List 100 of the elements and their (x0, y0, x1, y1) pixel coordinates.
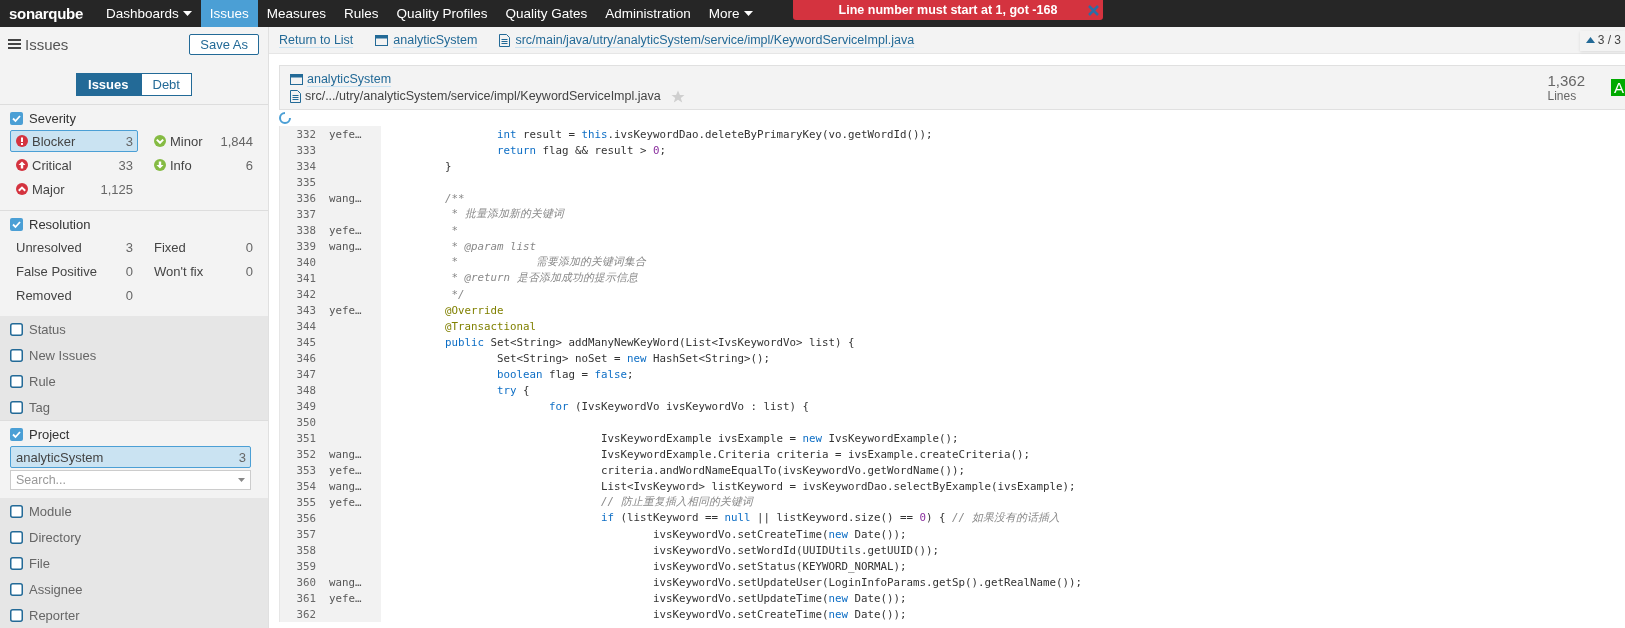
mode-toggle-button[interactable]: Debt (140, 73, 192, 96)
line-author[interactable]: yefe… (329, 463, 362, 477)
line-number[interactable]: 361 (280, 591, 316, 605)
line-author[interactable]: yefe… (329, 127, 362, 141)
facet-item[interactable]: Fixed 0 (148, 236, 258, 258)
facet-title[interactable]: Rule (29, 373, 56, 389)
facet-item-count: 6 (245, 157, 253, 173)
facet-title[interactable]: Status (29, 321, 66, 337)
facet-item-count: 1,125 (100, 181, 133, 197)
checkbox[interactable] (10, 582, 23, 596)
mode-toggle-button[interactable]: Issues (76, 73, 141, 96)
checkbox[interactable] (10, 556, 23, 570)
star-icon[interactable] (670, 89, 685, 103)
line-author[interactable]: wang… (329, 191, 362, 205)
facet-title[interactable]: Module (29, 503, 72, 519)
checkbox[interactable] (10, 374, 23, 388)
facet-title[interactable]: Tag (29, 399, 50, 415)
line-number[interactable]: 332 (280, 127, 316, 141)
menu-icon[interactable] (8, 39, 21, 49)
return-to-list-link[interactable]: Return to List (279, 32, 354, 48)
file-icon (290, 89, 301, 103)
nav-item[interactable]: Rules (335, 0, 388, 27)
nav-item[interactable]: Quality Gates (496, 0, 597, 27)
facet-title[interactable]: Severity (29, 110, 76, 126)
line-number[interactable]: 353 (280, 463, 316, 477)
facet-title[interactable]: Resolution (29, 216, 91, 232)
facet-title[interactable]: New Issues (29, 347, 97, 363)
line-author[interactable]: yefe… (329, 303, 362, 317)
checkbox[interactable] (10, 530, 23, 544)
search-field[interactable]: Search... (10, 470, 251, 490)
file-path: src/.../utry/analyticSystem/service/impl/KeywordServiceImpl.java (305, 89, 661, 103)
checkbox[interactable] (10, 111, 23, 125)
line-number[interactable]: 352 (280, 447, 316, 461)
facet-item-label: Removed (16, 287, 72, 303)
facet-item[interactable]: False Positive 0 (10, 260, 138, 282)
facet-title[interactable]: Directory (29, 529, 81, 545)
nav-item[interactable]: Measures (257, 0, 336, 27)
line-author[interactable]: yefe… (329, 591, 362, 605)
nav-item[interactable]: Quality Profiles (387, 0, 497, 27)
facet-title[interactable]: File (29, 555, 50, 571)
facet-item-count: 1,844 (220, 133, 253, 149)
checkbox[interactable] (10, 400, 23, 414)
facet-item[interactable]: Info 6 (148, 154, 258, 176)
code-line: public Set<String> addManyNewKeyWord(List<IvsKeywordVo> list) { (444, 335, 855, 349)
checkbox[interactable] (10, 322, 23, 336)
facet-item[interactable]: Won't fix 0 (148, 260, 258, 282)
line-author[interactable]: wang… (329, 575, 362, 589)
facet-item[interactable]: Blocker 3 (10, 130, 138, 152)
facet-title[interactable]: Assignee (29, 581, 83, 597)
code-line: boolean flag = false; (496, 367, 634, 381)
nav-item[interactable]: Issues (200, 0, 258, 27)
line-number[interactable]: 339 (280, 239, 316, 253)
code-line: * (450, 223, 459, 237)
line-number[interactable]: 338 (280, 223, 316, 237)
line-number[interactable]: 360 (280, 575, 316, 589)
dropdown-caret-icon (238, 478, 245, 482)
nav-item[interactable]: More (699, 0, 762, 27)
line-number[interactable]: 355 (280, 495, 316, 509)
code-line: * 需要添加的关键词集合 (450, 255, 647, 269)
rating-badge: A (1611, 79, 1625, 96)
line-author[interactable]: yefe… (329, 223, 362, 237)
facet-title[interactable]: Reporter (29, 607, 80, 623)
logo[interactable]: sonarqube (0, 0, 97, 27)
project-link[interactable]: analyticSystem (307, 72, 392, 87)
nav-item[interactable]: Dashboards (97, 0, 201, 27)
facet-item[interactable]: Minor 1,844 (148, 130, 258, 152)
save-as-button[interactable]: Save As (189, 33, 259, 55)
code-line: * 批量添加新的关键词 (450, 207, 564, 221)
checkbox[interactable] (10, 608, 23, 622)
facet-item[interactable]: Unresolved 3 (10, 236, 138, 258)
nav-item[interactable]: Administration (596, 0, 700, 27)
line-number[interactable]: 343 (280, 303, 316, 317)
checkbox[interactable] (10, 348, 23, 362)
facet-item-label: Unresolved (16, 239, 82, 255)
project-link[interactable]: analyticSystem (393, 32, 478, 48)
line-number[interactable]: 354 (280, 479, 316, 493)
up-triangle-icon[interactable] (1585, 37, 1595, 43)
line-author[interactable]: wang… (329, 239, 362, 253)
checkbox[interactable] (10, 504, 23, 518)
facet-title[interactable]: Project (29, 426, 70, 442)
lines-label: Lines (1547, 89, 1578, 103)
file-icon (499, 33, 511, 47)
line-author[interactable]: wang… (329, 479, 362, 493)
checkbox[interactable] (10, 217, 23, 231)
line-author[interactable]: wang… (329, 447, 362, 461)
facet-item-label: Blocker (32, 133, 76, 149)
facet-item[interactable]: Critical 33 (10, 154, 138, 176)
line-number[interactable]: 336 (280, 191, 316, 205)
file-link[interactable]: src/main/java/utry/analyticSystem/service/impl/KeywordServiceImpl.java (515, 32, 915, 48)
line-author[interactable]: yefe… (329, 495, 362, 509)
checkbox[interactable] (10, 427, 23, 441)
code-line: IvsKeywordExample ivsExample = new IvsKeywordExample(); (600, 431, 959, 445)
facet-item[interactable]: analyticSystem 3 (10, 446, 251, 468)
facet-item[interactable]: Removed 0 (10, 284, 138, 306)
code-line: if (listKeyword == null || listKeyword.size() == 0) { // 如果没有的话插入 (600, 511, 1060, 525)
facet-item-count: 3 (125, 133, 133, 149)
project-icon (375, 34, 389, 46)
facet-item[interactable]: Major 1,125 (10, 178, 138, 200)
issue-position: 3 / 3 (1597, 33, 1621, 47)
code-line: int result = this.ivsKeywordDao.deleteByPrimaryKey(vo.getWordId()); (496, 127, 933, 141)
